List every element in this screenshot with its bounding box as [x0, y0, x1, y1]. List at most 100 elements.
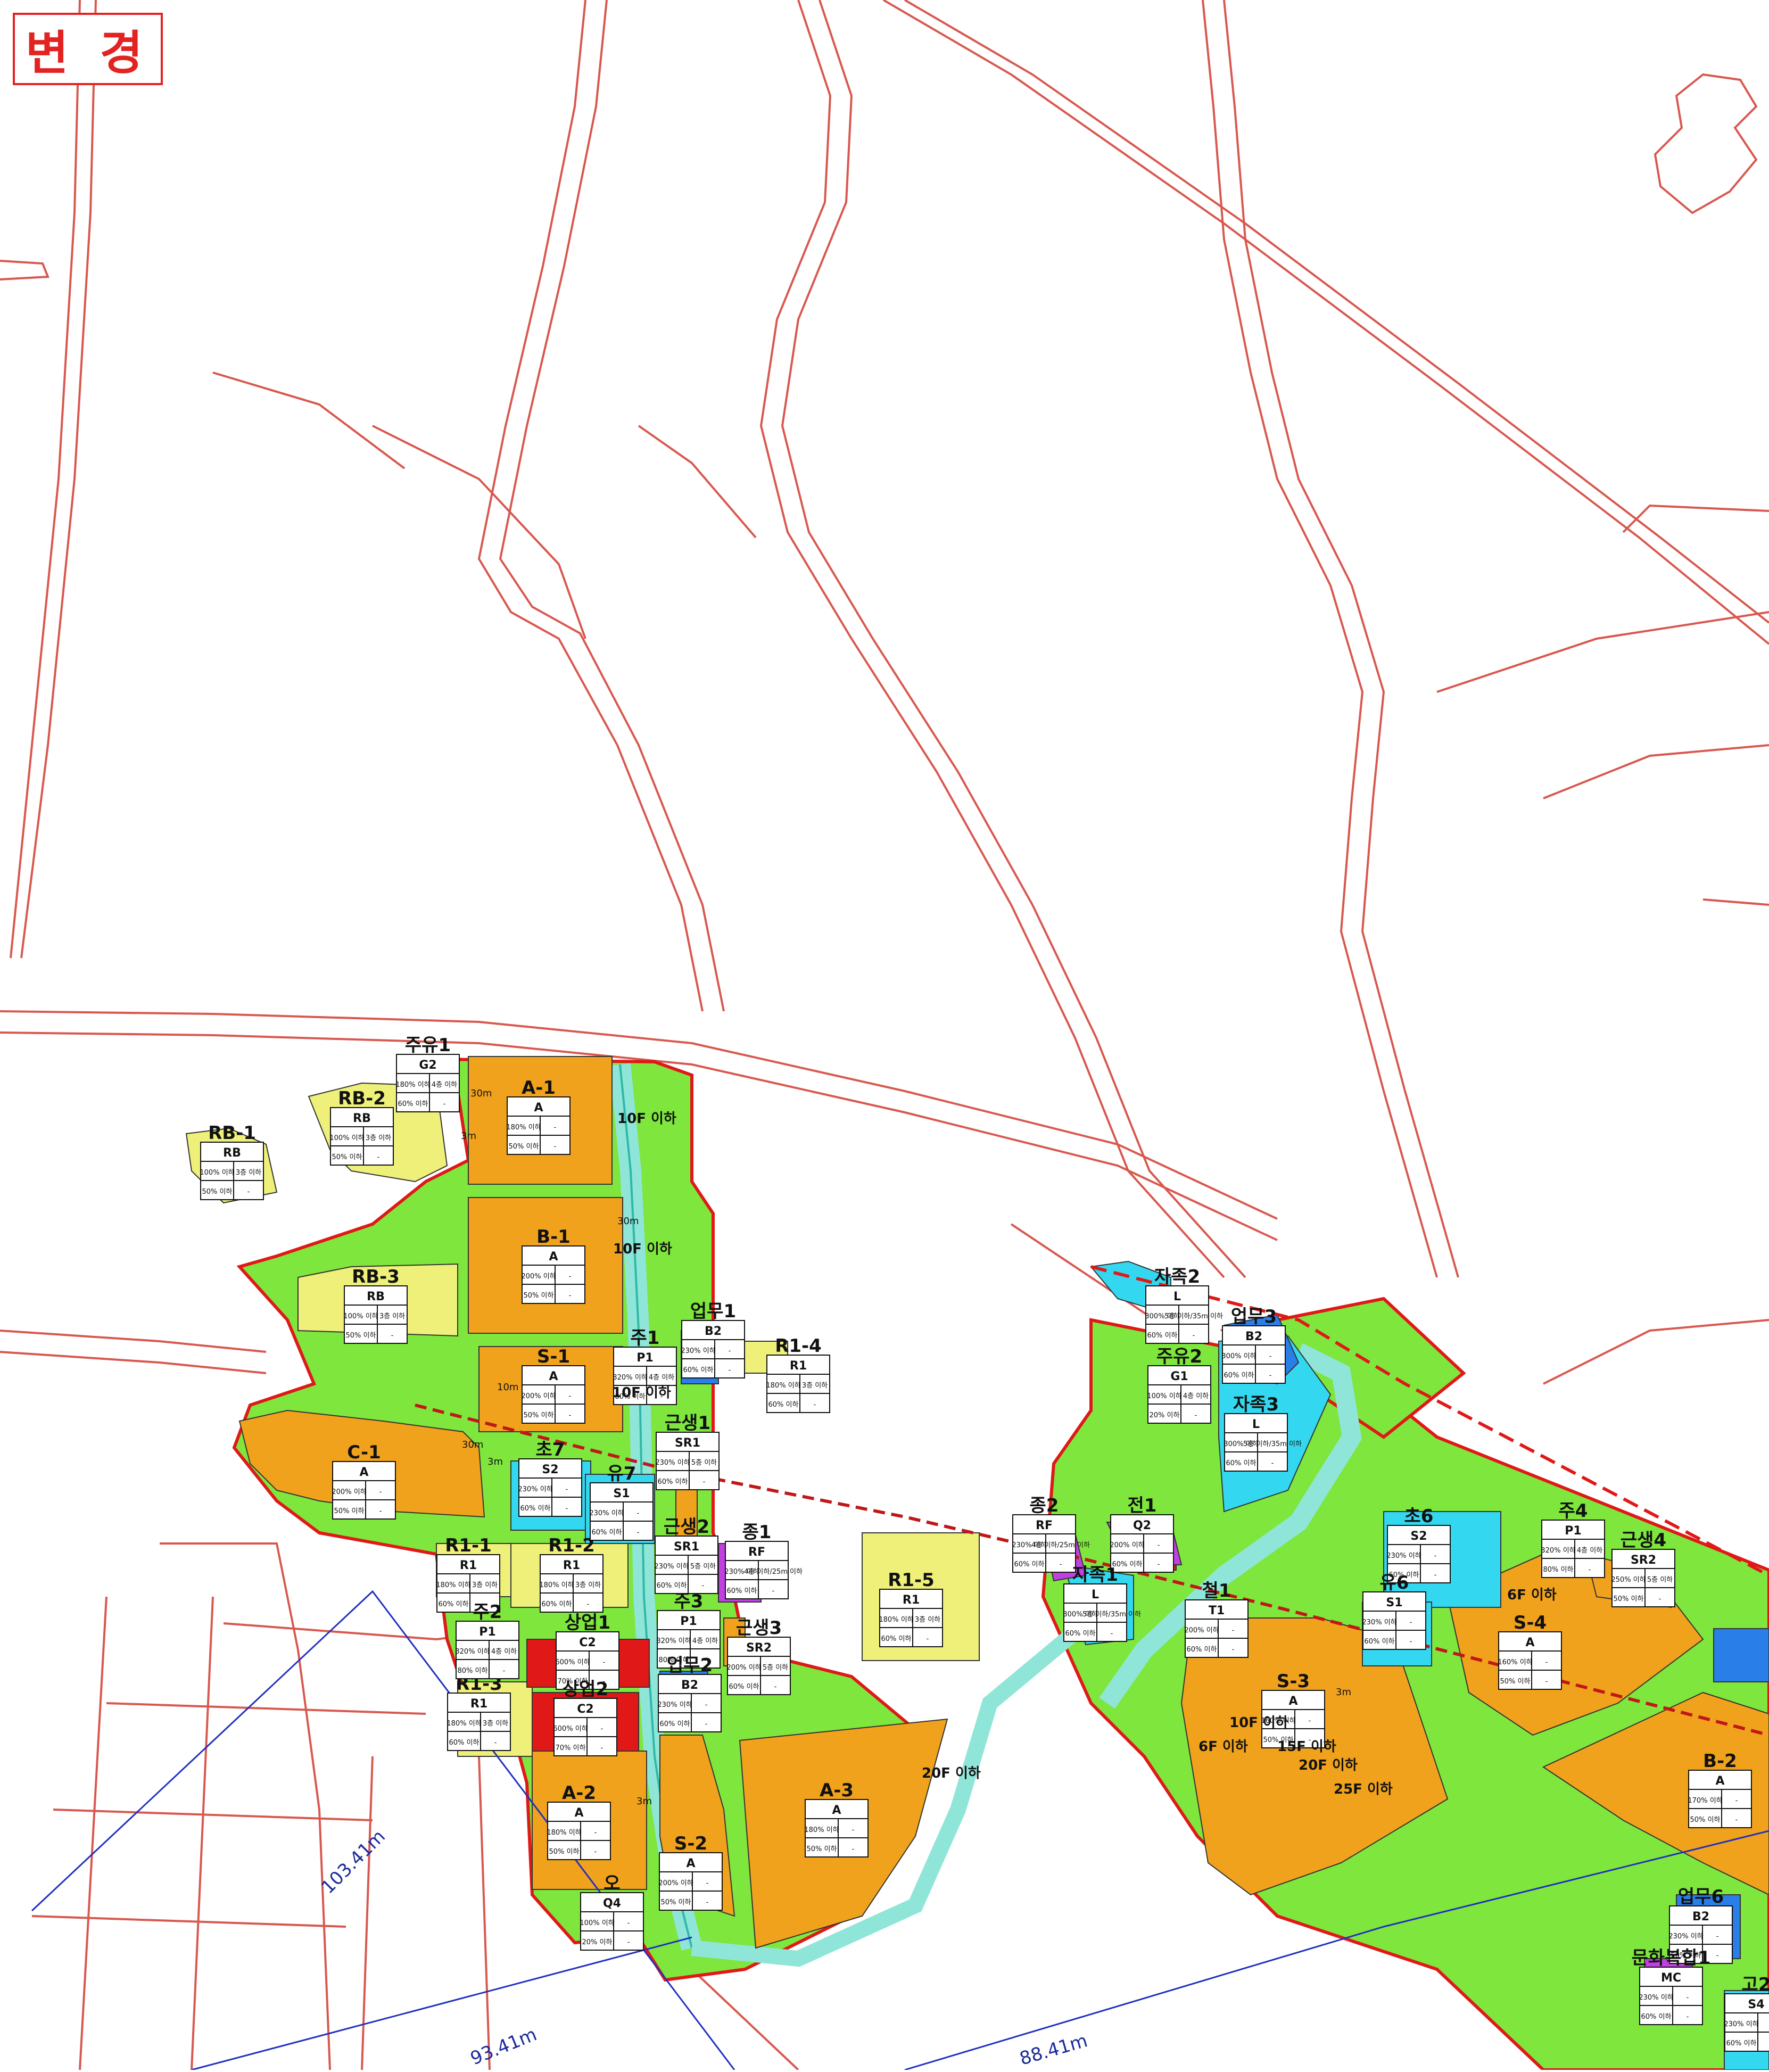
block-label-근생4: 근생4 SR2 250% 이하 50% 이하 5층 이하 -: [1611, 1530, 1675, 1607]
block-label-업무2: 업무2 B2 230% 이하 60% 이하 - -: [657, 1655, 722, 1732]
block-height-dash: -: [927, 1635, 929, 1643]
block-far: 230% 이하: [1724, 2020, 1758, 2028]
block-height: 3층 이하: [575, 1581, 601, 1589]
block-use-code: RF: [1036, 1519, 1053, 1532]
block-height-dash: -: [379, 1507, 382, 1515]
block-use-code: R1: [470, 1697, 487, 1711]
block-use-code: A: [359, 1466, 368, 1479]
block-height: -: [1232, 1627, 1235, 1635]
block-name: 근생3: [736, 1617, 782, 1639]
block-height: -: [705, 1701, 708, 1709]
floor-limit-label: 15F 이하: [1277, 1739, 1336, 1755]
block-height: 5층 이하/35m 이하: [1164, 1312, 1223, 1320]
block-bcr: 50% 이하: [346, 1332, 376, 1340]
block-label-R1-1: R1-1R1180% 이하60% 이하3층 이하-: [436, 1535, 500, 1613]
block-height-dash: -: [377, 1153, 380, 1161]
block-bcr: 50% 이하: [807, 1845, 837, 1853]
change-stamp: 변 경: [13, 13, 163, 85]
block-name: 철1: [1202, 1580, 1231, 1602]
block-label-R1-3: R1-3R1180% 이하60% 이하3층 이하-: [447, 1673, 511, 1751]
block-height: -: [601, 1725, 604, 1733]
block-far: 180% 이하: [547, 1829, 581, 1837]
block-far: 230% 이하: [1639, 1994, 1673, 2002]
block-bcr: 60% 이하: [1226, 1459, 1257, 1467]
block-far: 180% 이하: [539, 1581, 574, 1589]
block-far: 320% 이하: [656, 1637, 691, 1645]
block-use-code: MC: [1661, 1971, 1681, 1985]
block-far: 200% 이하: [1184, 1627, 1219, 1635]
block-height-dash: -: [774, 1683, 777, 1691]
block-height-dash: -: [814, 1401, 816, 1409]
block-label-R1-2: R1-2 R1 180% 이하 60% 이하 3층 이하 -: [539, 1535, 604, 1613]
block-height-dash: -: [627, 1938, 630, 1946]
block-name: S-3: [1277, 1671, 1310, 1692]
block-height-dash: -: [1659, 1595, 1661, 1603]
block-far: 160% 이하: [1498, 1658, 1532, 1666]
block-use-code: A: [534, 1101, 543, 1115]
road-width-label: 30m: [470, 1088, 492, 1099]
block-far: 320% 이하: [455, 1648, 490, 1656]
block-far: 230% 이하: [1386, 1552, 1421, 1560]
block-height: -: [706, 1879, 709, 1887]
block-height: 4층 이하: [692, 1637, 718, 1645]
block-far: 180% 이하: [879, 1616, 913, 1624]
block-label-근생1: 근생1 SR1 230% 이하 60% 이하 5층 이하 -: [655, 1413, 720, 1490]
block-name: RB-3: [352, 1266, 400, 1287]
block-height-dash: -: [1687, 2013, 1689, 2021]
block-far: 100% 이하: [329, 1134, 364, 1142]
block-height-dash: -: [391, 1332, 394, 1340]
block-name: 오: [604, 1873, 620, 1894]
block-far: 170% 이하: [1688, 1797, 1722, 1805]
block-use-code: R1: [790, 1359, 807, 1373]
change-stamp-text: 변 경: [25, 25, 151, 80]
block-height-dash: -: [554, 1143, 557, 1151]
block-label-자족2: 자족2L300% 이하60% 이하5층 이하/35m 이하-: [1145, 1266, 1223, 1344]
floor-limit-label: 10F 이하: [1229, 1715, 1288, 1731]
block-name: 자족2: [1154, 1266, 1200, 1287]
block-height: 4층 이하: [491, 1648, 517, 1656]
block-use-code: L: [1252, 1418, 1260, 1431]
block-label-상업1: 상업1C2600% 이하70% 이하--: [555, 1612, 619, 1690]
block-use-code: B2: [1692, 1910, 1709, 1924]
block-far: 100% 이하: [580, 1919, 614, 1927]
block-use-code: S4: [1748, 1998, 1764, 2011]
block-height: -: [1269, 1352, 1272, 1360]
block-bcr: 60% 이하: [660, 1720, 690, 1728]
block-name: A-3: [820, 1780, 854, 1801]
road-width-label: 10m: [497, 1382, 518, 1393]
block-height-dash: -: [1410, 1638, 1412, 1646]
block-use-code: RB: [367, 1290, 385, 1303]
block-name: 초7: [536, 1439, 565, 1460]
block-use-code: P1: [479, 1625, 495, 1639]
floor-limit-label: 10F 이하: [617, 1111, 676, 1127]
block-name: 업무6: [1678, 1886, 1724, 1908]
block-bcr: 60% 이하: [1147, 1332, 1178, 1340]
block-bcr: 60% 이하: [1641, 2013, 1672, 2021]
block-bcr: 50% 이하: [334, 1507, 365, 1515]
block-use-code: A: [1525, 1636, 1534, 1649]
block-name: S-1: [537, 1346, 570, 1367]
block-far: 300% 이하: [1221, 1352, 1256, 1360]
floor-limit-label: 20F 이하: [1299, 1757, 1358, 1773]
block-name: 유7: [607, 1463, 636, 1484]
block-height: 5층 이하/35m 이하: [1082, 1611, 1141, 1619]
block-height: 5층 이하: [1647, 1576, 1673, 1584]
block-far: 230% 이하: [657, 1701, 692, 1709]
block-height: -: [1716, 1933, 1719, 1941]
block-height: -: [379, 1488, 382, 1496]
block-bcr: 20% 이하: [1150, 1411, 1180, 1419]
block-height: -: [1687, 1994, 1689, 2002]
block-height-dash: -: [1193, 1332, 1195, 1340]
block-name: A-1: [522, 1077, 556, 1099]
block-use-code: RF: [748, 1546, 765, 1559]
block-name: C-1: [347, 1442, 381, 1463]
block-name: 자족1: [1072, 1564, 1118, 1586]
block-bcr: 60% 이하: [657, 1582, 687, 1590]
block-far: 100% 이하: [200, 1169, 234, 1177]
block-name: 업무1: [690, 1301, 736, 1322]
block-label-R1-5: R1-5 R1 180% 이하 60% 이하 3층 이하 -: [879, 1570, 943, 1647]
road-width-label: 3m: [1336, 1687, 1351, 1698]
block-height-dash: -: [601, 1744, 604, 1752]
block-name: RB-2: [338, 1088, 386, 1109]
block-far: 200% 이하: [1110, 1541, 1144, 1549]
